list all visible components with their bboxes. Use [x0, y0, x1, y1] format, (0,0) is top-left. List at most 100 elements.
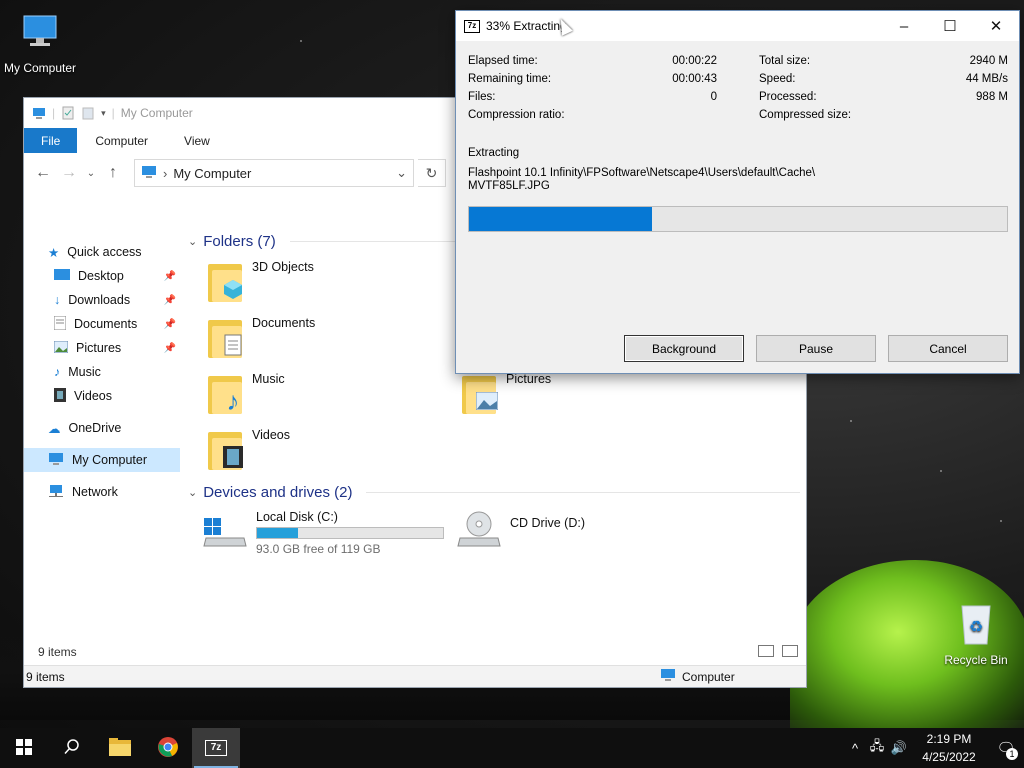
address-bar[interactable]: › My Computer ⌄ [134, 159, 414, 187]
status-bar: 9 items [24, 639, 806, 665]
sidebar-item-label: OneDrive [68, 421, 122, 435]
sidebar-item-label: Downloads [68, 293, 131, 307]
folder-music[interactable]: ♪ Music [208, 372, 285, 416]
search-button[interactable] [48, 728, 96, 768]
sidebar-item-quick-access[interactable]: ★ Quick access [24, 240, 180, 264]
sidebar-item-onedrive[interactable]: ☁ OneDrive [24, 416, 180, 440]
computer-icon [0, 10, 80, 57]
start-button[interactable] [0, 728, 48, 768]
show-hidden-icons-chevron-icon[interactable]: ^ [844, 728, 866, 768]
stat-label: Files: [468, 91, 496, 103]
recycle-bin-icon: ♻ [936, 600, 1016, 649]
stat-value: 00:00:22 [672, 55, 717, 67]
drive-label: Local Disk (C:) [256, 510, 338, 524]
3d-objects-icon [222, 278, 244, 300]
maximize-icon[interactable]: ☐ [927, 11, 973, 41]
network-icon[interactable]: 🖧 [866, 728, 888, 768]
sidebar-item-pictures[interactable]: Pictures 📌 [24, 336, 180, 360]
folder-3d-objects[interactable]: 3D Objects [208, 260, 314, 304]
star [940, 470, 942, 472]
operation-label: Extracting [468, 147, 520, 159]
view-toggles [758, 645, 798, 657]
drive-local-disk-c[interactable]: Local Disk (C:) 93.0 GB free of 119 GB [202, 510, 444, 556]
film-icon [222, 446, 244, 468]
drive-label: CD Drive (D:) [510, 516, 585, 530]
computer-icon [48, 452, 64, 469]
sidebar-item-network[interactable]: Network [24, 480, 180, 504]
7zip-taskbar-button[interactable]: 7z [192, 728, 240, 768]
chrome-button[interactable] [144, 728, 192, 768]
folder-pictures[interactable]: Pictures [462, 372, 551, 416]
refresh-icon[interactable]: ↻ [418, 159, 446, 187]
devices-group-header[interactable]: ⌄ Devices and drives (2) [188, 481, 800, 503]
tab-file[interactable]: File [24, 128, 78, 153]
stat-label: Compressed size: [759, 109, 852, 121]
stat-label: Remaining time: [468, 73, 552, 85]
tab-view[interactable]: View [166, 128, 228, 153]
folder-icon: ♪ [208, 372, 244, 416]
dialog-titlebar[interactable]: 7z 33% Extracting – ☐ ✕ [456, 11, 1019, 41]
sidebar-item-label: Desktop [78, 269, 124, 283]
pictures-icon [53, 340, 69, 356]
current-file: MVTF85LF.JPG [468, 180, 550, 192]
date: 4/25/2022 [922, 750, 976, 764]
sidebar-item-label: Quick access [67, 245, 142, 259]
progress-fill [469, 207, 652, 231]
drive-cd-d[interactable]: CD Drive (D:) [456, 510, 585, 553]
volume-icon[interactable]: 🔊 [888, 728, 910, 768]
folder-documents[interactable]: Documents [208, 316, 315, 360]
cancel-button[interactable]: Cancel [888, 335, 1008, 362]
notification-center-button[interactable]: 🗨 1 [988, 728, 1024, 768]
item-count: 9 items [38, 645, 77, 659]
pause-button[interactable]: Pause [756, 335, 876, 362]
tab-computer[interactable]: Computer [77, 128, 166, 153]
large-icons-view-icon[interactable] [782, 645, 798, 657]
details-view-icon[interactable] [758, 645, 774, 657]
download-icon: ↓ [54, 293, 61, 307]
folder-label: Videos [252, 428, 290, 442]
clock[interactable]: 2:19 PM 4/25/2022 [910, 730, 988, 766]
pin-icon[interactable]: 📌 [164, 319, 176, 330]
sidebar-item-videos[interactable]: Videos [24, 384, 180, 408]
file-explorer-button[interactable] [96, 728, 144, 768]
new-folder-icon[interactable] [81, 106, 95, 120]
address-text: My Computer [173, 165, 252, 181]
quick-access-dropdown-icon[interactable]: ▾ [101, 108, 106, 119]
breadcrumb-separator-icon: › [163, 165, 168, 181]
zone-label: Computer [682, 669, 735, 684]
recent-locations-chevron-icon[interactable]: ⌄ [84, 162, 98, 184]
picture-icon [476, 390, 498, 412]
up-arrow-icon[interactable]: ↑ [102, 162, 124, 184]
sidebar-item-my-computer[interactable]: My Computer [24, 448, 180, 472]
sidebar-item-music[interactable]: ♪ Music [24, 360, 180, 384]
collapse-chevron-icon[interactable]: ⌄ [188, 235, 197, 248]
7zip-logo-icon: 7z [464, 19, 480, 33]
group-title: Folders (7) [203, 232, 276, 250]
background-button[interactable]: Background [624, 335, 744, 362]
folder-label: Documents [252, 316, 316, 330]
sidebar-item-downloads[interactable]: ↓ Downloads 📌 [24, 288, 180, 312]
properties-icon[interactable] [61, 106, 75, 120]
chrome-icon [157, 736, 179, 761]
pin-icon[interactable]: 📌 [164, 295, 176, 306]
close-icon[interactable]: ✕ [973, 11, 1019, 41]
stat-label: Processed: [759, 91, 817, 103]
desktop-icon-recycle-bin[interactable]: ♻ Recycle Bin [936, 600, 1016, 667]
sidebar-item-label: My Computer [72, 453, 148, 467]
forward-arrow-icon[interactable]: → [58, 162, 80, 184]
chevron-down-icon[interactable]: ⌄ [396, 165, 407, 181]
music-note-icon: ♪ [226, 385, 240, 416]
folder-videos[interactable]: Videos [208, 428, 290, 472]
pin-icon[interactable]: 📌 [164, 271, 176, 282]
minimize-icon[interactable]: – [881, 11, 927, 41]
sidebar-item-documents[interactable]: Documents 📌 [24, 312, 180, 336]
desktop-icon-my-computer[interactable]: My Computer [0, 10, 80, 75]
separator: | [52, 106, 56, 120]
back-arrow-icon[interactable]: ← [32, 162, 54, 184]
folder-label: Music [252, 372, 285, 386]
sidebar-item-desktop[interactable]: Desktop 📌 [24, 264, 180, 288]
pin-icon[interactable]: 📌 [164, 343, 176, 354]
stat-value [616, 107, 717, 123]
collapse-chevron-icon[interactable]: ⌄ [188, 486, 197, 499]
